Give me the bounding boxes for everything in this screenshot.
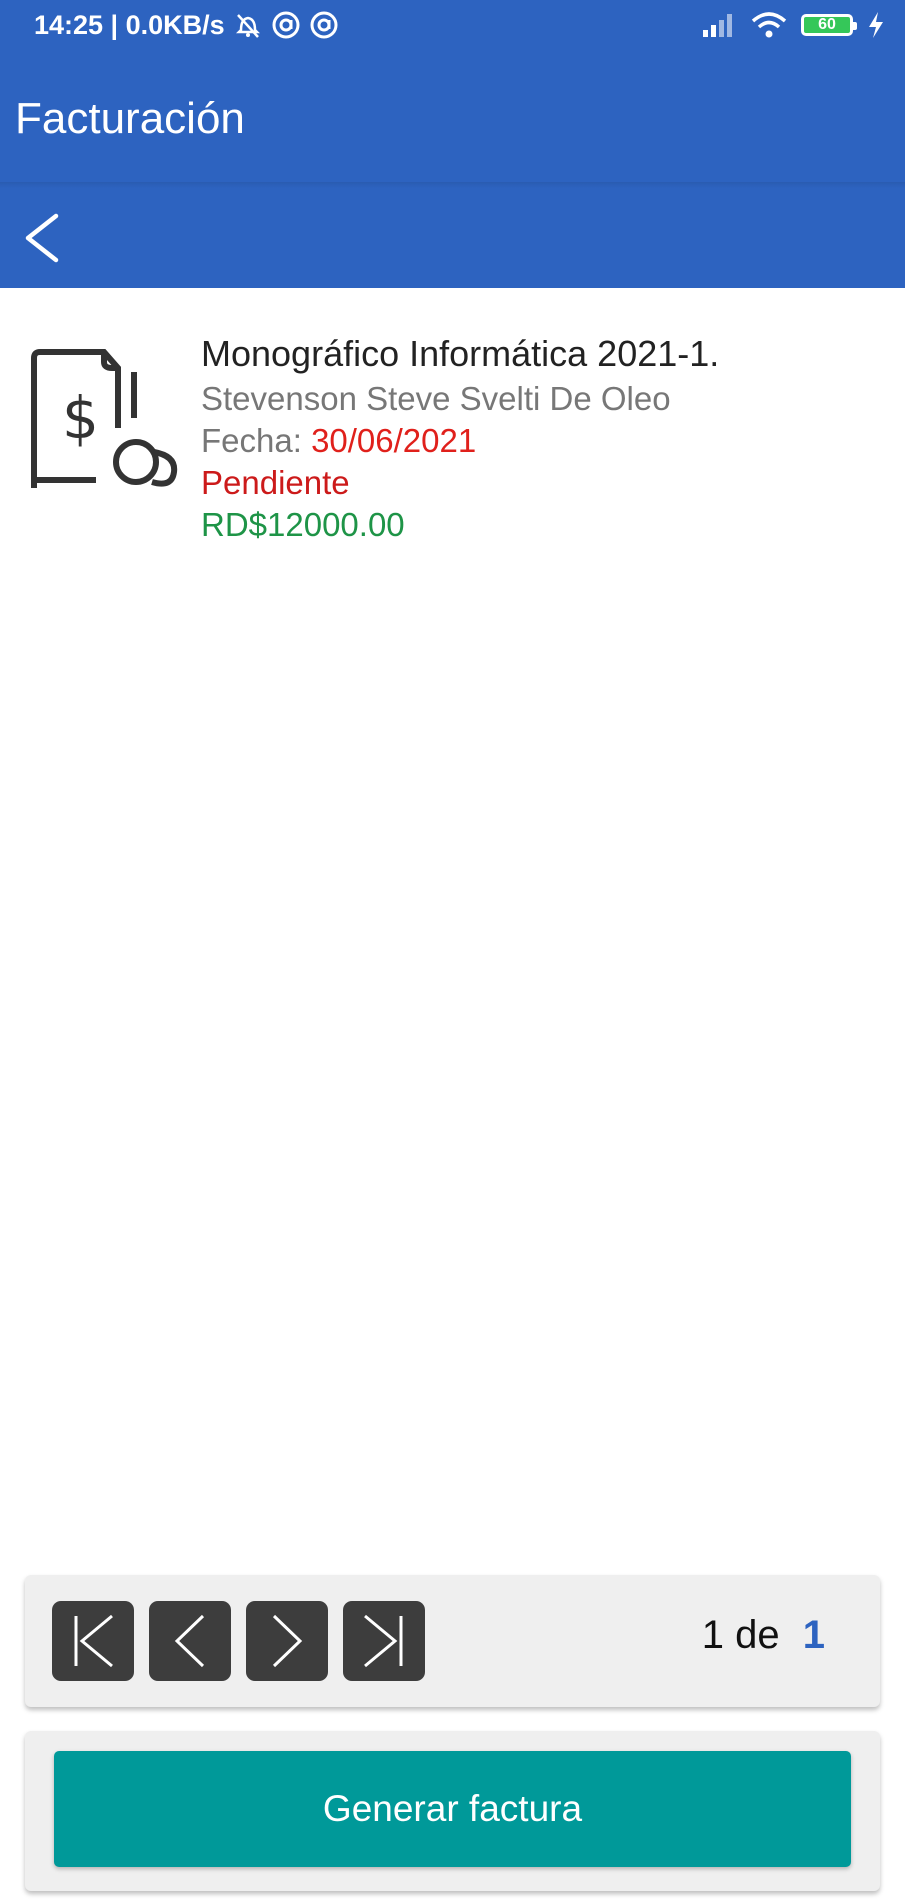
next-page-button[interactable]	[246, 1601, 328, 1681]
at-icon	[271, 10, 301, 40]
signal-icon	[701, 12, 737, 38]
invoice-amount: RD$12000.00	[201, 506, 405, 543]
last-page-button[interactable]	[343, 1601, 425, 1681]
alarm-off-icon	[233, 10, 263, 40]
invoice-date-label: Fecha:	[201, 422, 302, 459]
svg-text:$: $	[62, 384, 99, 452]
invoice-title: Monográfico Informática 2021-1.	[201, 333, 720, 374]
invoice-status: Pendiente	[201, 464, 350, 501]
invoice-student: Stevenson Steve Svelti De Oleo	[201, 380, 671, 417]
page-indicator: 1 de 1	[702, 1613, 825, 1658]
prev-page-button[interactable]	[149, 1601, 231, 1681]
page-separator: de	[735, 1613, 780, 1657]
wifi-icon	[751, 11, 787, 39]
last-page-icon	[364, 1614, 403, 1668]
charging-icon	[867, 11, 885, 39]
battery-icon: 60	[801, 14, 857, 36]
invoice-dollar-coin-icon: $	[24, 328, 184, 497]
at-icon	[309, 10, 339, 40]
app-bar: Facturación	[0, 50, 905, 188]
first-page-button[interactable]	[52, 1601, 134, 1681]
page-current: 1	[701, 1613, 724, 1657]
generate-invoice-button[interactable]: Generar factura	[54, 1751, 851, 1867]
invoice-list-item[interactable]: $ Monográfico Informática 2021-1. Steven…	[0, 300, 905, 570]
page-total: 1	[802, 1613, 825, 1657]
status-time: 14:25 | 0.0KB/s	[34, 9, 225, 40]
generate-card: Generar factura	[25, 1731, 880, 1891]
first-page-icon	[74, 1614, 113, 1668]
status-bar: 14:25 | 0.0KB/s 60	[0, 0, 905, 50]
pagination-bar: 1 de 1	[25, 1575, 880, 1707]
invoice-date-row: Fecha: 30/06/2021	[201, 420, 719, 462]
back-button[interactable]	[12, 208, 72, 268]
next-page-icon	[272, 1614, 303, 1668]
page-title: Facturación	[15, 94, 245, 143]
prev-page-icon	[174, 1614, 205, 1668]
invoice-date-value: 30/06/2021	[311, 422, 477, 459]
navigation-bar	[0, 188, 905, 288]
back-arrow-icon	[25, 213, 59, 263]
